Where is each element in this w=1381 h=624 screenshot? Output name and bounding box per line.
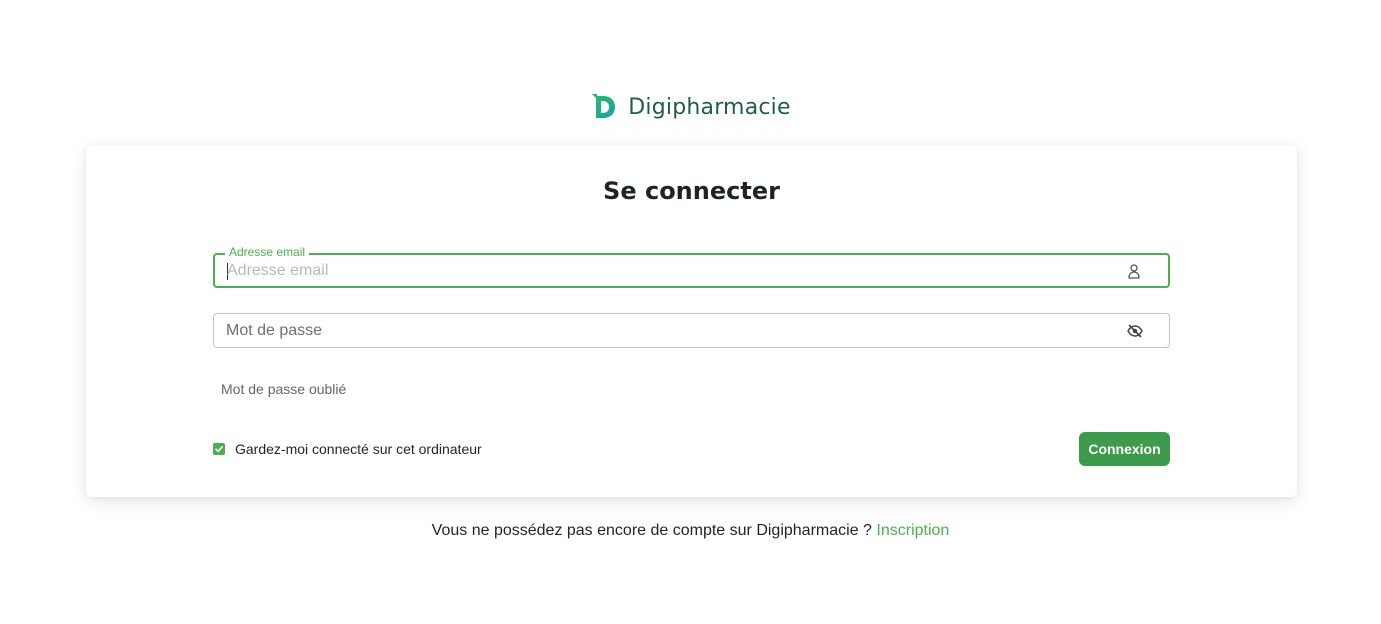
remember-me-checkbox[interactable] <box>213 443 225 455</box>
signup-text: Vous ne possédez pas encore de compte su… <box>431 522 872 539</box>
brand-header: Digipharmacie <box>0 92 1381 122</box>
user-icon <box>1126 263 1142 279</box>
forgot-password-link[interactable]: Mot de passe oublié <box>221 381 346 397</box>
signup-prompt: Vous ne possédez pas encore de compte su… <box>0 522 1381 540</box>
signup-link[interactable]: Inscription <box>876 522 949 539</box>
remember-me[interactable]: Gardez-moi connecté sur cet ordinateur <box>213 441 482 457</box>
password-field[interactable] <box>213 313 1170 348</box>
check-icon <box>215 446 223 453</box>
brand-name: Digipharmacie <box>628 94 791 120</box>
email-input[interactable] <box>227 255 1107 286</box>
login-page: Digipharmacie Se connecter Adresse email <box>0 0 1381 624</box>
login-card: Se connecter Adresse email Adresse email… <box>86 145 1297 497</box>
eye-off-icon[interactable] <box>1127 323 1143 339</box>
remember-me-label: Gardez-moi connecté sur cet ordinateur <box>235 441 482 457</box>
connexion-button[interactable]: Connexion <box>1079 432 1170 466</box>
brand-link[interactable]: Digipharmacie <box>590 92 791 122</box>
password-input[interactable] <box>226 314 1106 347</box>
page-title: Se connecter <box>603 177 780 205</box>
email-field[interactable]: Adresse email <box>213 245 1170 288</box>
digipharmacie-d-logo-icon <box>592 94 616 118</box>
